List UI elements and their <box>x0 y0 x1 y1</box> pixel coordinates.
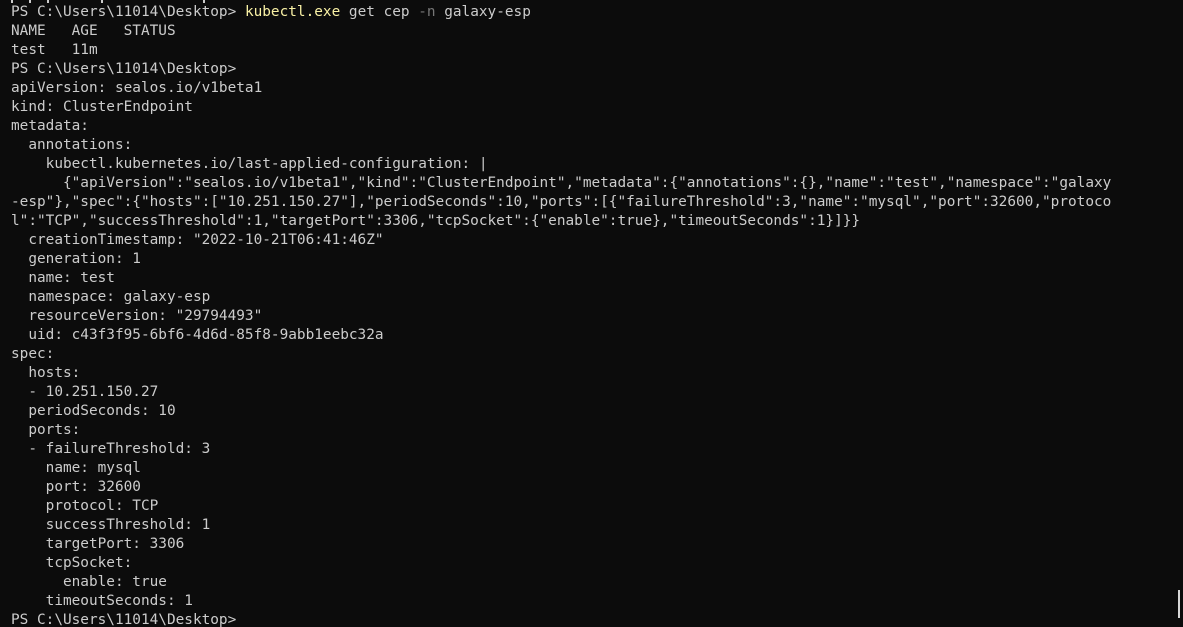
terminal-text: name: mysql <box>11 460 141 476</box>
terminal-line: PS C:\Users\11014\Desktop> <box>11 60 1157 79</box>
terminal-text: resourceVersion: "29794493" <box>11 308 263 324</box>
terminal-text: - 10.251.150.27 <box>11 384 159 400</box>
terminal-output[interactable]: PS C:\Users\11014\Desktop> kubectl.exe g… <box>11 3 1157 627</box>
terminal-line: spec: <box>11 345 1157 364</box>
terminal-text: kind: ClusterEndpoint <box>11 99 193 115</box>
terminal-text: protocol: TCP <box>11 498 159 514</box>
terminal-text: ports: <box>11 422 81 438</box>
terminal-line: tcpSocket: <box>11 554 1157 573</box>
terminal-line: l":"TCP","successThreshold":1,"targetPor… <box>11 212 1157 231</box>
terminal-text: NAME AGE STATUS <box>11 23 176 39</box>
terminal-line: name: mysql <box>11 459 1157 478</box>
terminal-line: resourceVersion: "29794493" <box>11 307 1157 326</box>
terminal-line: ports: <box>11 421 1157 440</box>
terminal-line: NAME AGE STATUS <box>11 22 1157 41</box>
terminal-line: generation: 1 <box>11 250 1157 269</box>
terminal-text: test 11m <box>11 42 98 58</box>
terminal-text: namespace: galaxy-esp <box>11 289 211 305</box>
terminal-line: timeoutSeconds: 1 <box>11 592 1157 611</box>
terminal-text: successThreshold: 1 <box>11 517 211 533</box>
terminal-line: metadata: <box>11 117 1157 136</box>
terminal-line: creationTimestamp: "2022-10-21T06:41:46Z… <box>11 231 1157 250</box>
terminal-line: {"apiVersion":"sealos.io/v1beta1","kind"… <box>11 174 1157 193</box>
terminal-line: -esp"},"spec":{"hosts":["10.251.150.27"]… <box>11 193 1157 212</box>
terminal-line: hosts: <box>11 364 1157 383</box>
terminal-text: port: 32600 <box>11 479 141 495</box>
terminal-line: uid: c43f3f95-6bf6-4d6d-85f8-9abb1eebc32… <box>11 326 1157 345</box>
terminal-line: - failureThreshold: 3 <box>11 440 1157 459</box>
terminal-text: timeoutSeconds: 1 <box>11 593 193 609</box>
terminal-line: kind: ClusterEndpoint <box>11 98 1157 117</box>
terminal-line: PS C:\Users\11014\Desktop> <box>11 611 1157 627</box>
terminal-line: successThreshold: 1 <box>11 516 1157 535</box>
terminal-line: name: test <box>11 269 1157 288</box>
command-executable: kubectl.exe <box>244 4 341 20</box>
terminal-line: - 10.251.150.27 <box>11 383 1157 402</box>
terminal-text: get cep <box>340 4 419 20</box>
terminal-text: tcpSocket: <box>11 555 133 571</box>
terminal-text: hosts: <box>11 365 81 381</box>
terminal-line: test 11m <box>11 41 1157 60</box>
terminal-text: enable: true <box>11 574 167 590</box>
command-flag: -n <box>418 4 436 20</box>
terminal-text: {"apiVersion":"sealos.io/v1beta1","kind"… <box>11 175 1112 191</box>
terminal-line: annotations: <box>11 136 1157 155</box>
terminal-line: kubectl.kubernetes.io/last-applied-confi… <box>11 155 1157 174</box>
terminal-line: namespace: galaxy-esp <box>11 288 1157 307</box>
terminal-text: l":"TCP","successThreshold":1,"targetPor… <box>11 213 861 229</box>
terminal-text: galaxy-esp <box>435 4 531 20</box>
terminal-text: apiVersion: sealos.io/v1beta1 <box>11 80 263 96</box>
terminal-text: - failureThreshold: 3 <box>11 441 211 457</box>
terminal-text: PS C:\Users\11014\Desktop> <box>11 4 245 20</box>
terminal-line: targetPort: 3306 <box>11 535 1157 554</box>
terminal-text: -esp"},"spec":{"hosts":["10.251.150.27"]… <box>11 194 1112 210</box>
terminal-text: spec: <box>11 346 55 362</box>
terminal-text: kubectl.kubernetes.io/last-applied-confi… <box>11 156 488 172</box>
terminal-text: annotations: <box>11 137 133 153</box>
terminal-line: apiVersion: sealos.io/v1beta1 <box>11 79 1157 98</box>
terminal-line: enable: true <box>11 573 1157 592</box>
terminal-text: PS C:\Users\11014\Desktop> <box>11 612 237 627</box>
terminal-line: protocol: TCP <box>11 497 1157 516</box>
terminal-text: name: test <box>11 270 115 286</box>
terminal-text: generation: 1 <box>11 251 141 267</box>
scrollbar-thumb[interactable] <box>1178 590 1180 618</box>
terminal-line: periodSeconds: 10 <box>11 402 1157 421</box>
terminal-line: PS C:\Users\11014\Desktop> kubectl.exe g… <box>11 3 1157 22</box>
terminal-text: uid: c43f3f95-6bf6-4d6d-85f8-9abb1eebc32… <box>11 327 384 343</box>
terminal-text: targetPort: 3306 <box>11 536 185 552</box>
terminal-text: periodSeconds: 10 <box>11 403 176 419</box>
terminal-text: PS C:\Users\11014\Desktop> <box>11 61 237 77</box>
terminal-line: port: 32600 <box>11 478 1157 497</box>
scrollbar[interactable] <box>1171 0 1183 627</box>
terminal-text: metadata: <box>11 118 89 134</box>
terminal-window[interactable]: PS C:\Users\11014\Desktop> kubectl.exe g… <box>0 0 1183 627</box>
terminal-text: creationTimestamp: "2022-10-21T06:41:46Z… <box>11 232 384 248</box>
